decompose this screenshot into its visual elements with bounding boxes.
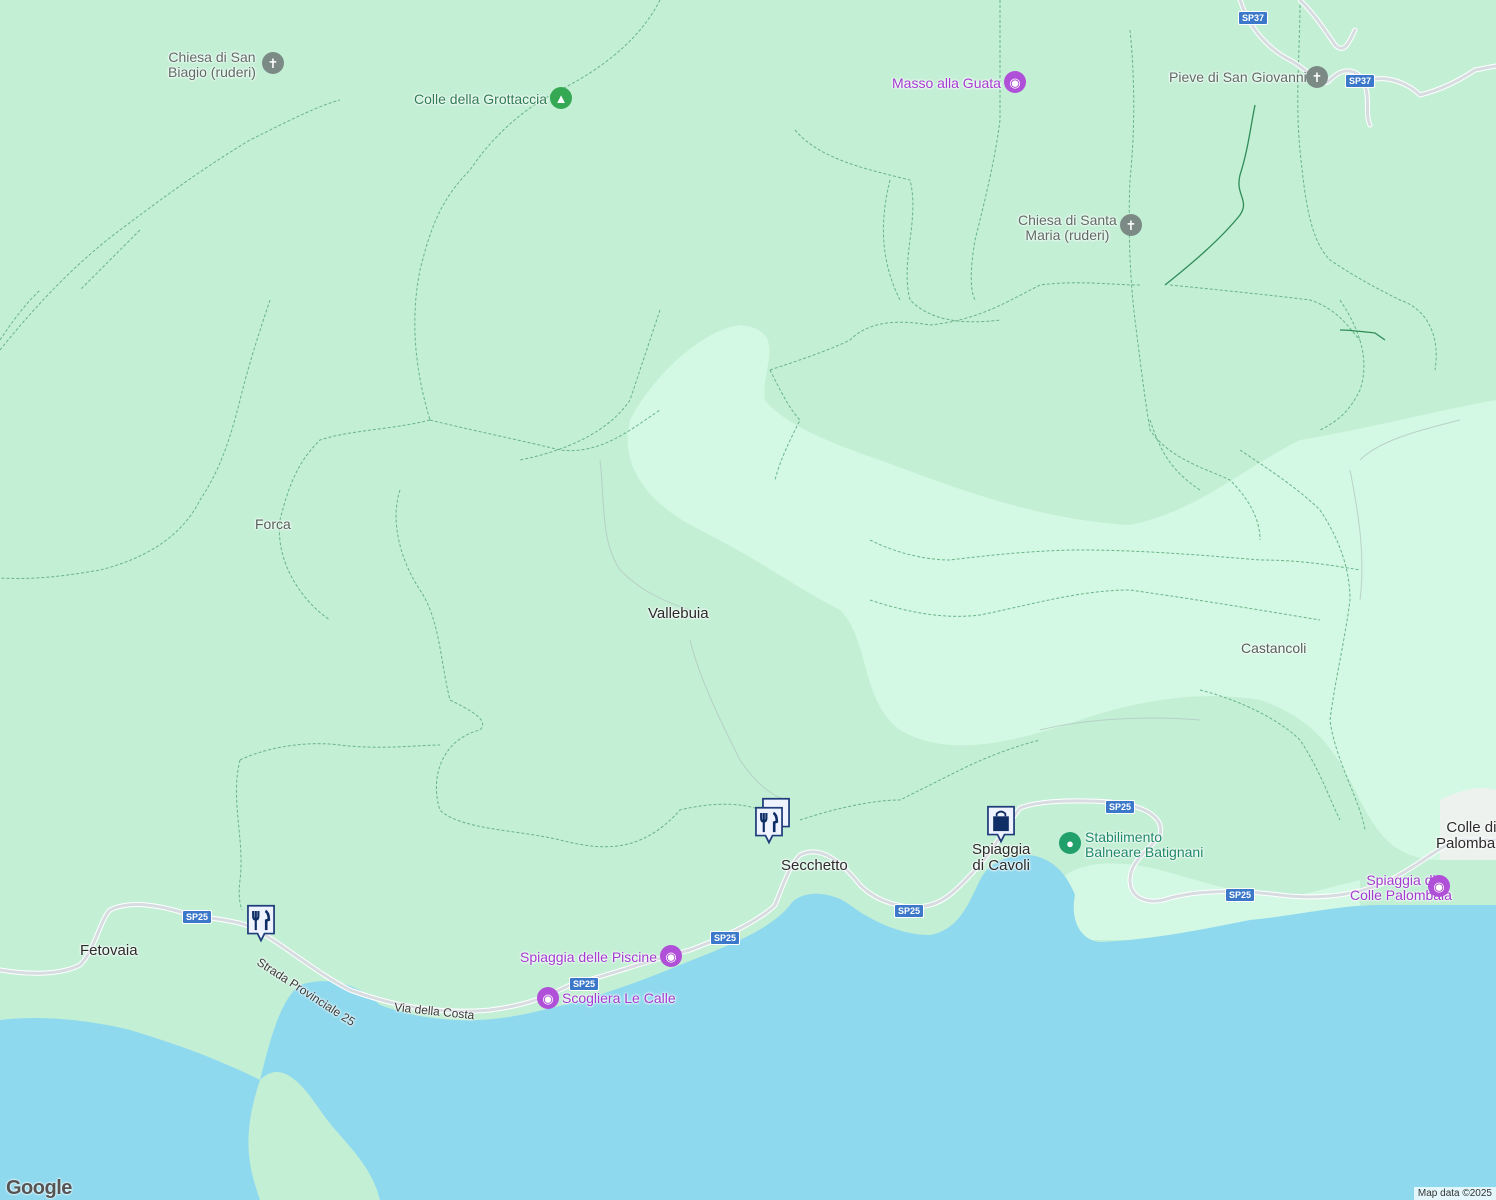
church-icon[interactable]: ✝: [1306, 66, 1328, 88]
sp25-shield: SP25: [894, 904, 925, 918]
poi-label-colle-grottaccia[interactable]: Colle della Grottaccia: [414, 91, 547, 107]
church-icon[interactable]: ✝: [1120, 214, 1142, 236]
poi-label-spiaggia-piscine[interactable]: Spiaggia delle Piscine: [520, 949, 657, 965]
sp25-shield: SP25: [710, 931, 741, 945]
sp37-shield: SP37: [1345, 74, 1376, 88]
place-label-fetovaia: Fetovaia: [80, 942, 138, 959]
sp25-shield: SP25: [1105, 800, 1136, 814]
map-base-layer: [0, 0, 1496, 1200]
place-label-vallebuia: Vallebuia: [648, 605, 709, 622]
shopping-bag-icon[interactable]: [983, 805, 1019, 845]
church-icon[interactable]: ✝: [262, 52, 284, 74]
sp25-shield: SP25: [1225, 888, 1256, 902]
restaurant-icon[interactable]: [751, 806, 787, 846]
sp37-shield: SP37: [1238, 11, 1269, 25]
camera-icon[interactable]: ◉: [537, 987, 559, 1009]
sp25-shield: SP25: [182, 910, 213, 924]
poi-label-chiesa-san-biagio[interactable]: Chiesa di San Biagio (ruderi): [168, 50, 256, 80]
restaurant-icon[interactable]: [243, 904, 279, 944]
place-label-colle-palombaia: Colle di Palombaia: [1436, 819, 1496, 852]
poi-label-chiesa-santa-maria[interactable]: Chiesa di Santa Maria (ruderi): [1018, 213, 1117, 243]
poi-label-scogliera-calle[interactable]: Scogliera Le Calle: [562, 990, 676, 1006]
poi-label-pieve-san-giovanni[interactable]: Pieve di San Giovanni: [1169, 70, 1307, 85]
tree-icon[interactable]: ▲: [550, 87, 572, 109]
camera-icon[interactable]: ◉: [1004, 71, 1026, 93]
camera-icon[interactable]: ◉: [660, 945, 682, 967]
place-label-spiaggia-cavoli: Spiaggia di Cavoli: [972, 841, 1031, 874]
place-label-forca: Forca: [255, 516, 291, 532]
google-logo: Google: [6, 1177, 72, 1199]
place-label-seccheto: Secchetto: [781, 857, 848, 874]
poi-label-masso-guata[interactable]: Masso alla Guata: [892, 75, 1001, 91]
map-canvas[interactable]: SP25 SP25 SP25 SP25 SP25 SP25 SP37 SP37 …: [0, 0, 1496, 1200]
beach-icon[interactable]: ●: [1059, 832, 1081, 854]
map-attribution[interactable]: Map data ©2025: [1413, 1187, 1496, 1200]
camera-icon[interactable]: ◉: [1428, 875, 1450, 897]
place-label-castancoli: Castancoli: [1241, 640, 1307, 656]
poi-label-stabilimento[interactable]: Stabilimento Balneare Batignani: [1085, 830, 1203, 860]
sp25-shield: SP25: [569, 977, 600, 991]
